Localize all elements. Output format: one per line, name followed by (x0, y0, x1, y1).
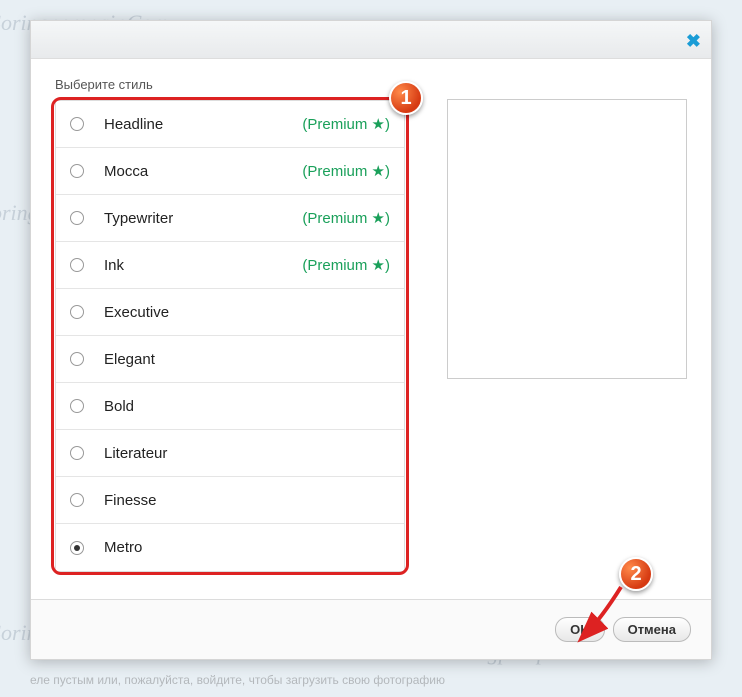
modal-body: Выберите стиль Headline(Premium ★)Mocca(… (31, 59, 711, 599)
radio-icon[interactable] (70, 117, 84, 131)
premium-badge: (Premium ★) (302, 162, 390, 180)
style-name: Mocca (104, 163, 302, 180)
style-name: Ink (104, 257, 302, 274)
radio-icon[interactable] (70, 258, 84, 272)
annotation-marker-2: 2 (619, 557, 653, 591)
close-icon[interactable]: ✖ (686, 31, 701, 52)
background-hint-text: еле пустым или, пожалуйста, войдите, что… (30, 673, 445, 687)
style-option-literateur[interactable]: Literateur (56, 430, 404, 477)
radio-icon[interactable] (70, 399, 84, 413)
style-option-bold[interactable]: Bold (56, 383, 404, 430)
premium-badge: (Premium ★) (302, 115, 390, 133)
premium-badge: (Premium ★) (302, 256, 390, 274)
style-name: Finesse (104, 492, 390, 509)
radio-icon[interactable] (70, 211, 84, 225)
select-style-label: Выберите стиль (55, 77, 687, 92)
style-name: Literateur (104, 445, 390, 462)
style-name: Executive (104, 304, 390, 321)
style-name: Metro (104, 539, 390, 556)
style-option-finesse[interactable]: Finesse (56, 477, 404, 524)
radio-icon[interactable] (70, 541, 84, 555)
style-option-mocca[interactable]: Mocca(Premium ★) (56, 148, 404, 195)
radio-icon[interactable] (70, 446, 84, 460)
style-chooser-modal: ✖ Выберите стиль Headline(Premium ★)Mocc… (30, 20, 712, 660)
modal-footer: OK Отмена (31, 599, 711, 659)
style-option-elegant[interactable]: Elegant (56, 336, 404, 383)
style-name: Bold (104, 398, 390, 415)
cancel-button[interactable]: Отмена (613, 617, 691, 642)
radio-icon[interactable] (70, 305, 84, 319)
style-list: Headline(Premium ★)Mocca(Premium ★)Typew… (55, 100, 405, 572)
premium-badge: (Premium ★) (302, 209, 390, 227)
ok-button[interactable]: OK (555, 617, 605, 642)
style-name: Elegant (104, 351, 390, 368)
style-option-typewriter[interactable]: Typewriter(Premium ★) (56, 195, 404, 242)
style-option-headline[interactable]: Headline(Premium ★) (56, 101, 404, 148)
modal-header: ✖ (31, 21, 711, 59)
radio-icon[interactable] (70, 164, 84, 178)
style-option-executive[interactable]: Executive (56, 289, 404, 336)
radio-icon[interactable] (70, 493, 84, 507)
style-name: Headline (104, 116, 302, 133)
style-preview (447, 99, 687, 379)
style-option-ink[interactable]: Ink(Premium ★) (56, 242, 404, 289)
style-name: Typewriter (104, 210, 302, 227)
radio-icon[interactable] (70, 352, 84, 366)
style-option-metro[interactable]: Metro (56, 524, 404, 571)
